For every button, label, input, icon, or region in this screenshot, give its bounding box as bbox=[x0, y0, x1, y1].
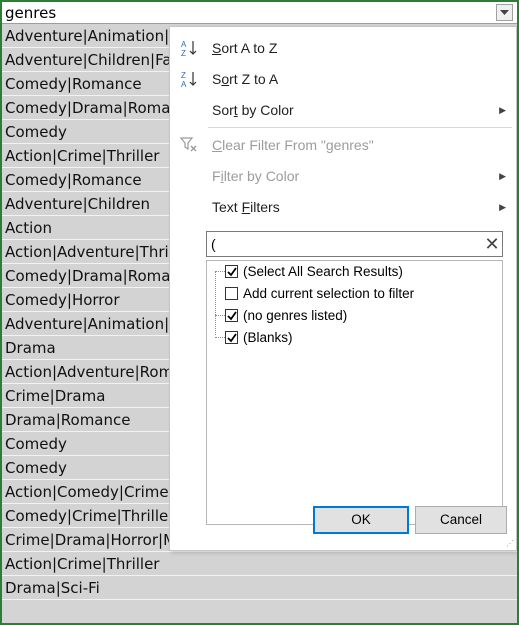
menu-item-text-filters[interactable]: Text Filters ▶ bbox=[170, 192, 516, 222]
resize-grip-icon[interactable]: ⋰ bbox=[506, 539, 514, 548]
checkbox[interactable] bbox=[225, 265, 238, 278]
spreadsheet-frame: genres Adventure|Animation|Children|Come… bbox=[0, 0, 519, 625]
menu-separator bbox=[208, 127, 512, 128]
clear-filter-icon bbox=[180, 137, 197, 152]
checklist-label: (no genres listed) bbox=[243, 308, 348, 323]
svg-text:A: A bbox=[181, 80, 187, 88]
filter-search-input[interactable]: ( bbox=[206, 231, 503, 257]
svg-text:Z: Z bbox=[181, 49, 186, 57]
sort-za-label-pre: S bbox=[212, 71, 222, 87]
menu-item-clear-filter[interactable]: Clear Filter From "genres" bbox=[170, 130, 516, 160]
checklist-item-select-all[interactable]: (Select All Search Results) bbox=[207, 261, 502, 283]
menu-item-sort-a-to-z[interactable]: A Z Sort A to Z bbox=[170, 33, 516, 63]
checklist-item-no-genres[interactable]: (no genres listed) bbox=[207, 305, 502, 327]
clear-label-key: C bbox=[212, 137, 223, 153]
menu-item-sort-by-color[interactable]: Sort by Color ▶ bbox=[170, 95, 516, 125]
svg-text:A: A bbox=[181, 40, 187, 49]
submenu-arrow-icon: ▶ bbox=[499, 202, 506, 212]
checkbox[interactable] bbox=[225, 331, 238, 344]
check-icon bbox=[226, 332, 237, 342]
check-icon bbox=[226, 310, 237, 320]
cancel-button[interactable]: Cancel bbox=[415, 506, 507, 534]
sort-za-icon: Z A bbox=[181, 71, 197, 88]
checklist-label: (Blanks) bbox=[243, 330, 293, 345]
column-header-label: genres bbox=[5, 4, 57, 22]
checklist-item-blanks[interactable]: (Blanks) bbox=[207, 327, 502, 349]
sort-za-label-post: rt Z to A bbox=[229, 71, 279, 87]
checklist-item-add-selection[interactable]: Add current selection to filter bbox=[207, 283, 502, 305]
checkbox[interactable] bbox=[225, 309, 238, 322]
filter-color-label-pre: F bbox=[212, 168, 221, 184]
column-header-cell[interactable]: genres bbox=[2, 2, 517, 24]
ok-button[interactable]: OK bbox=[313, 506, 409, 534]
sort-az-label-key: S bbox=[212, 40, 222, 56]
clear-label-post: lear Filter From "genres" bbox=[222, 137, 374, 153]
checklist-label: Add current selection to filter bbox=[243, 286, 415, 301]
text-filters-label-key: F bbox=[241, 199, 251, 215]
menu-item-filter-by-color[interactable]: Filter by Color ▶ bbox=[170, 161, 516, 191]
svg-text:Z: Z bbox=[181, 71, 186, 80]
sort-color-label-pre: Sor bbox=[212, 102, 234, 118]
checkbox[interactable] bbox=[225, 287, 238, 300]
filter-dropdown-button[interactable] bbox=[496, 4, 513, 21]
dropdown-arrow-icon bbox=[500, 9, 509, 15]
menu-item-sort-z-to-a[interactable]: Z A Sort Z to A bbox=[170, 64, 516, 94]
table-row[interactable]: Action|Crime|Thriller bbox=[2, 552, 517, 576]
submenu-arrow-icon: ▶ bbox=[499, 171, 506, 181]
checklist-label: (Select All Search Results) bbox=[243, 264, 403, 279]
sort-az-icon: A Z bbox=[181, 40, 197, 57]
sort-az-label-post: ort A to Z bbox=[221, 40, 278, 56]
text-filters-label-post: ilters bbox=[250, 199, 280, 215]
search-value: ( bbox=[211, 236, 216, 252]
text-filters-label-pre: Text bbox=[212, 199, 242, 215]
filter-menu: A Z Sort A to Z Z A Sort Z to A Sort by … bbox=[169, 26, 517, 551]
check-icon bbox=[226, 266, 237, 276]
submenu-arrow-icon: ▶ bbox=[499, 105, 506, 115]
clear-search-icon[interactable]: ✕ bbox=[481, 231, 503, 257]
filter-checklist: (Select All Search Results) Add current … bbox=[206, 260, 503, 525]
table-row[interactable]: Drama|Sci-Fi bbox=[2, 576, 517, 600]
filter-color-label-post: lter by Color bbox=[223, 168, 300, 184]
sort-color-label-post: by Color bbox=[237, 102, 294, 118]
sort-za-label-key: o bbox=[221, 71, 230, 87]
